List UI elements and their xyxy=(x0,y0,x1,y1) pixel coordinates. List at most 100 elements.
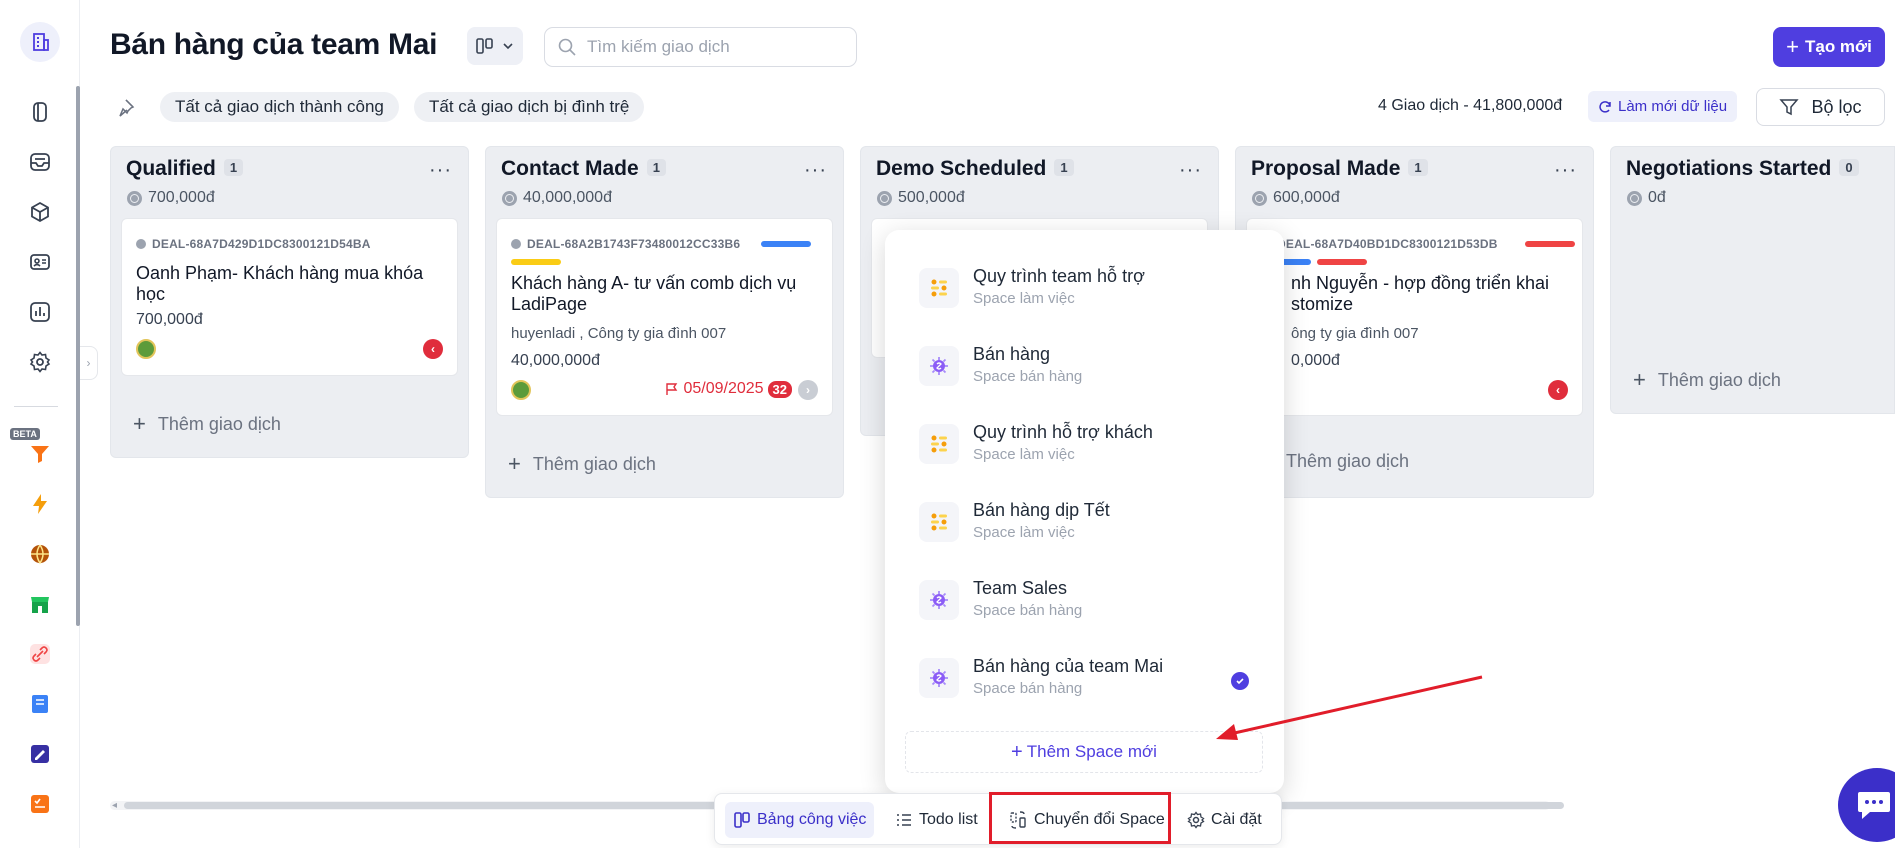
column-amount: 700,000đ xyxy=(148,189,215,206)
app-root: BETA › Bán hàng của team Mai Tìm kiếm gi… xyxy=(0,0,1895,848)
link-icon[interactable] xyxy=(26,640,54,668)
deal-id: DEAL-68A2B1743F73480012CC33B6 xyxy=(527,237,741,251)
filter-chip-success[interactable]: Tất cả giao dịch thành công xyxy=(160,92,399,122)
globe-icon[interactable] xyxy=(26,540,54,568)
deal-id: DEAL-68A7D429D1DC8300121D54BA xyxy=(152,237,371,251)
create-button[interactable]: + Tạo mới xyxy=(1773,27,1885,67)
space-item[interactable]: Quy trình hỗ trợ khách Space làm việc xyxy=(919,416,1259,472)
workflow-icon xyxy=(919,502,959,542)
add-deal-button[interactable]: + Thêm giao dịch xyxy=(508,451,656,477)
coin-icon xyxy=(1252,190,1267,206)
column-count: 0 xyxy=(1839,159,1859,176)
plus-icon: + xyxy=(1633,367,1646,392)
column-count: 1 xyxy=(646,159,666,176)
funnel-icon[interactable] xyxy=(26,440,54,468)
chart-icon[interactable] xyxy=(26,298,54,326)
scroll-left-icon[interactable]: ◂ xyxy=(112,800,117,811)
space-name: Quy trình team hỗ trợ xyxy=(973,266,1145,286)
settings-icon[interactable] xyxy=(26,348,54,376)
column-amount: 40,000,000đ xyxy=(523,189,612,206)
store-icon[interactable] xyxy=(26,590,54,618)
pin-icon[interactable] xyxy=(116,96,140,120)
chat-widget-button[interactable] xyxy=(1838,768,1895,842)
coin-icon xyxy=(877,190,892,206)
more-icon[interactable]: ··· xyxy=(1179,159,1202,182)
column-header: Qualified 1 ··· 700,000đ xyxy=(111,147,468,213)
space-item[interactable]: Team Sales Space bán hàng xyxy=(919,572,1259,628)
beta-badge: BETA xyxy=(10,428,40,440)
sales-icon xyxy=(919,580,959,620)
tag-bar xyxy=(1525,241,1575,247)
checklist-icon[interactable] xyxy=(26,790,54,818)
deal-title: Khách hàng A- tư vấn comb dịch vụ LadiPa… xyxy=(511,273,797,314)
deal-card[interactable]: DEAL-68A2B1743F73480012CC33B6 Khách hàng… xyxy=(496,218,833,416)
space-type: Space làm việc xyxy=(973,446,1075,463)
column-qualified: Qualified 1 ··· 700,000đ DEAL-68A7D429D1D… xyxy=(110,146,469,458)
chevron-down-icon xyxy=(503,43,513,50)
space-item[interactable]: Quy trình team hỗ trợ Space làm việc xyxy=(919,260,1259,316)
tag-bar xyxy=(511,259,561,265)
contact-card-icon[interactable] xyxy=(26,248,54,276)
search-box[interactable] xyxy=(544,27,857,67)
column-amount: 600,000đ xyxy=(1273,189,1340,206)
deal-summary: 4 Giao dịch - 41,800,000đ xyxy=(1378,97,1563,114)
search-input[interactable] xyxy=(587,37,847,57)
sidebar-collapse-button[interactable]: › xyxy=(80,346,98,380)
column-count: 1 xyxy=(1054,159,1074,176)
space-type: Space làm việc xyxy=(973,290,1075,307)
deal-contact: ông ty gia đình 007 xyxy=(1291,325,1419,342)
space-name: Quy trình hỗ trợ khách xyxy=(973,422,1153,442)
column-header: Negotiations Started 0 0đ xyxy=(1611,147,1894,213)
deal-value: 0,000đ xyxy=(1291,352,1340,369)
add-deal-button[interactable]: + Thêm giao dịch xyxy=(1633,367,1781,393)
tablet-icon[interactable] xyxy=(26,98,54,126)
column-title: Negotiations Started xyxy=(1626,157,1832,180)
filter-button[interactable]: Bộ lọc xyxy=(1756,88,1885,126)
board-view-tab[interactable]: Bảng công việc xyxy=(725,802,875,838)
move-back-icon[interactable]: ‹ xyxy=(1548,380,1568,400)
avatar xyxy=(511,380,531,400)
space-type: Space làm việc xyxy=(973,524,1075,541)
deal-value: 40,000,000đ xyxy=(511,352,600,369)
left-sidebar: BETA xyxy=(0,0,80,848)
inbox-icon[interactable] xyxy=(26,148,54,176)
plus-icon: + xyxy=(1786,34,1799,59)
more-icon[interactable]: ··· xyxy=(429,159,452,182)
add-deal-button[interactable]: Thêm giao dịch xyxy=(1286,451,1409,472)
building-icon[interactable] xyxy=(20,22,60,62)
column-count: 1 xyxy=(223,159,244,176)
add-deal-button[interactable]: + Thêm giao dịch xyxy=(133,411,281,437)
todo-list-tab[interactable]: Todo list xyxy=(887,802,986,838)
space-item[interactable]: Bán hàng dịp Tết Space làm việc xyxy=(919,494,1259,550)
space-type: Space bán hàng xyxy=(973,368,1083,385)
deal-card[interactable]: DEAL-68A7D429D1DC8300121D54BA Oanh Phạm-… xyxy=(121,218,458,376)
space-item[interactable]: Bán hàng Space bán hàng xyxy=(919,338,1259,394)
more-icon[interactable]: ··· xyxy=(1554,159,1577,182)
move-forward-icon[interactable]: › xyxy=(798,380,818,400)
box-icon[interactable] xyxy=(26,198,54,226)
space-type: Space bán hàng xyxy=(973,680,1083,697)
refresh-icon xyxy=(1599,100,1611,113)
plus-icon: + xyxy=(508,451,521,476)
column-title: Qualified xyxy=(126,157,216,180)
tag-bar xyxy=(1317,259,1367,265)
settings-tab[interactable]: Cài đặt xyxy=(1179,802,1270,838)
coin-icon xyxy=(502,190,517,206)
refresh-button[interactable]: Làm mới dữ liệu xyxy=(1588,91,1738,122)
status-dot xyxy=(511,239,521,249)
column-count: 1 xyxy=(1408,159,1428,176)
lightning-icon[interactable] xyxy=(26,490,54,518)
deal-card[interactable]: DEAL-68A7D40BD1DC8300121D53DB nh Nguyễn … xyxy=(1246,218,1583,416)
coin-icon xyxy=(1627,190,1642,206)
sales-icon xyxy=(919,658,959,698)
edit-note-icon[interactable] xyxy=(26,740,54,768)
annotation-highlight-box xyxy=(989,792,1171,844)
move-back-icon[interactable]: ‹ xyxy=(423,339,443,359)
filter-chip-stalled[interactable]: Tất cả giao dịch bị đình trệ xyxy=(414,92,645,122)
book-icon[interactable] xyxy=(26,690,54,718)
board-view-label: Bảng công việc xyxy=(757,811,867,828)
more-icon[interactable]: ··· xyxy=(804,159,827,182)
tag-bar xyxy=(761,241,811,247)
view-switch-button[interactable] xyxy=(467,27,523,65)
column-header: Demo Scheduled 1 ··· 500,000đ xyxy=(861,147,1218,213)
